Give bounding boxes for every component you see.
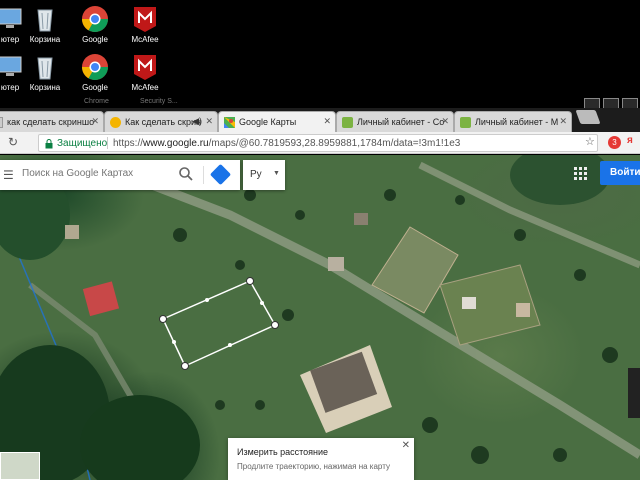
tab-google-maps[interactable]: Google Карты ✕ <box>218 111 336 132</box>
desktop-sublabel: Chrome <box>84 98 109 105</box>
google-maps-icon <box>224 117 235 128</box>
address-bar[interactable]: Защищено https://www.google.ru/maps/@60.… <box>38 134 598 152</box>
search-divider <box>203 166 204 184</box>
measure-title: Измерить расстояние <box>237 447 329 457</box>
map-layer-thumbnail[interactable] <box>0 452 40 480</box>
desktop-label: McAfee <box>131 35 159 44</box>
lock-icon <box>45 139 53 149</box>
tab-how-to-screenshot[interactable]: как сделать скриншо ✕ <box>0 111 104 132</box>
close-icon[interactable]: ✕ <box>91 116 99 127</box>
measure-hint: Продлите траекторию, нажимая на карту <box>237 462 390 471</box>
page-icon <box>342 117 353 128</box>
sign-in-button[interactable]: Войти <box>600 161 640 185</box>
tab-strip: как сделать скриншо ✕ Как сделать скрин … <box>0 108 640 132</box>
chevron-down-icon: ▼ <box>273 170 280 177</box>
url-path: /maps/@60.7819593,28.8959881,1784m/data=… <box>208 138 461 149</box>
url-host: www.google.ru <box>143 138 209 149</box>
youtube-icon <box>110 117 121 128</box>
chrome-icon <box>81 54 109 81</box>
reload-icon[interactable]: ↻ <box>8 135 18 149</box>
close-icon[interactable]: ✕ <box>323 116 331 127</box>
menu-icon[interactable]: ☰ <box>3 168 14 182</box>
yandex-extension-icon[interactable]: я <box>627 135 633 146</box>
browser-toolbar: ↻ Защищено https://www.google.ru/maps/@6… <box>0 132 640 154</box>
satellite-map[interactable] <box>0 155 640 480</box>
recycle-bin-icon <box>37 9 53 32</box>
extension-badge[interactable]: 3 <box>608 136 621 149</box>
tab-account-2[interactable]: Личный кабинет - М ✕ <box>454 111 572 132</box>
close-icon[interactable]: ✕ <box>441 116 449 127</box>
search-input[interactable] <box>22 168 172 179</box>
close-icon[interactable]: ✕ <box>402 440 410 451</box>
desktop-sublabel: Security S... <box>140 98 178 105</box>
search-icon[interactable] <box>178 166 194 182</box>
map-search-box: ☰ <box>0 160 240 190</box>
desktop-mcafee[interactable]: McAfee <box>115 4 175 44</box>
measure-distance-panel: Измерить расстояние Продлите траекторию,… <box>228 438 414 480</box>
bookmark-star-icon[interactable]: ☆ <box>585 135 595 148</box>
close-icon[interactable]: ✕ <box>205 116 213 127</box>
speaker-icon[interactable]: ◀) <box>192 116 202 127</box>
chrome-icon <box>81 6 109 33</box>
desktop-mcafee-2[interactable]: McAfee <box>115 52 175 92</box>
tab-label: Google Карты <box>239 117 297 127</box>
tab-youtube[interactable]: Как сделать скрин ◀) ✕ <box>104 111 218 132</box>
page-icon <box>0 117 3 128</box>
recycle-bin-icon <box>37 57 53 80</box>
apps-grid-icon[interactable] <box>574 167 588 181</box>
secure-label: Защищено <box>57 138 108 149</box>
close-icon[interactable]: ✕ <box>559 116 567 127</box>
directions-icon[interactable] <box>209 163 232 186</box>
screen: ютер Корзина Google McAfee ютер Корзина … <box>0 0 640 480</box>
tab-label: Личный кабинет - Со <box>357 117 445 127</box>
mcafee-icon <box>134 7 156 32</box>
map-side-control[interactable] <box>628 368 640 418</box>
url-text[interactable]: https://www.google.ru/maps/@60.7819593,2… <box>113 138 460 149</box>
url-divider <box>107 137 108 149</box>
tab-label: как сделать скриншо <box>7 117 95 127</box>
desktop-label: McAfee <box>131 83 159 92</box>
tab-label: Как сделать скрин <box>125 117 201 127</box>
map-terrain <box>0 155 640 480</box>
url-scheme: https:// <box>113 138 144 149</box>
language-value: Ру <box>250 169 262 180</box>
tab-label: Личный кабинет - М <box>475 117 559 127</box>
tab-account-1[interactable]: Личный кабинет - Со ✕ <box>336 111 454 132</box>
language-select[interactable]: Ру ▼ <box>243 160 285 190</box>
page-icon <box>460 117 471 128</box>
mcafee-icon <box>134 55 156 80</box>
